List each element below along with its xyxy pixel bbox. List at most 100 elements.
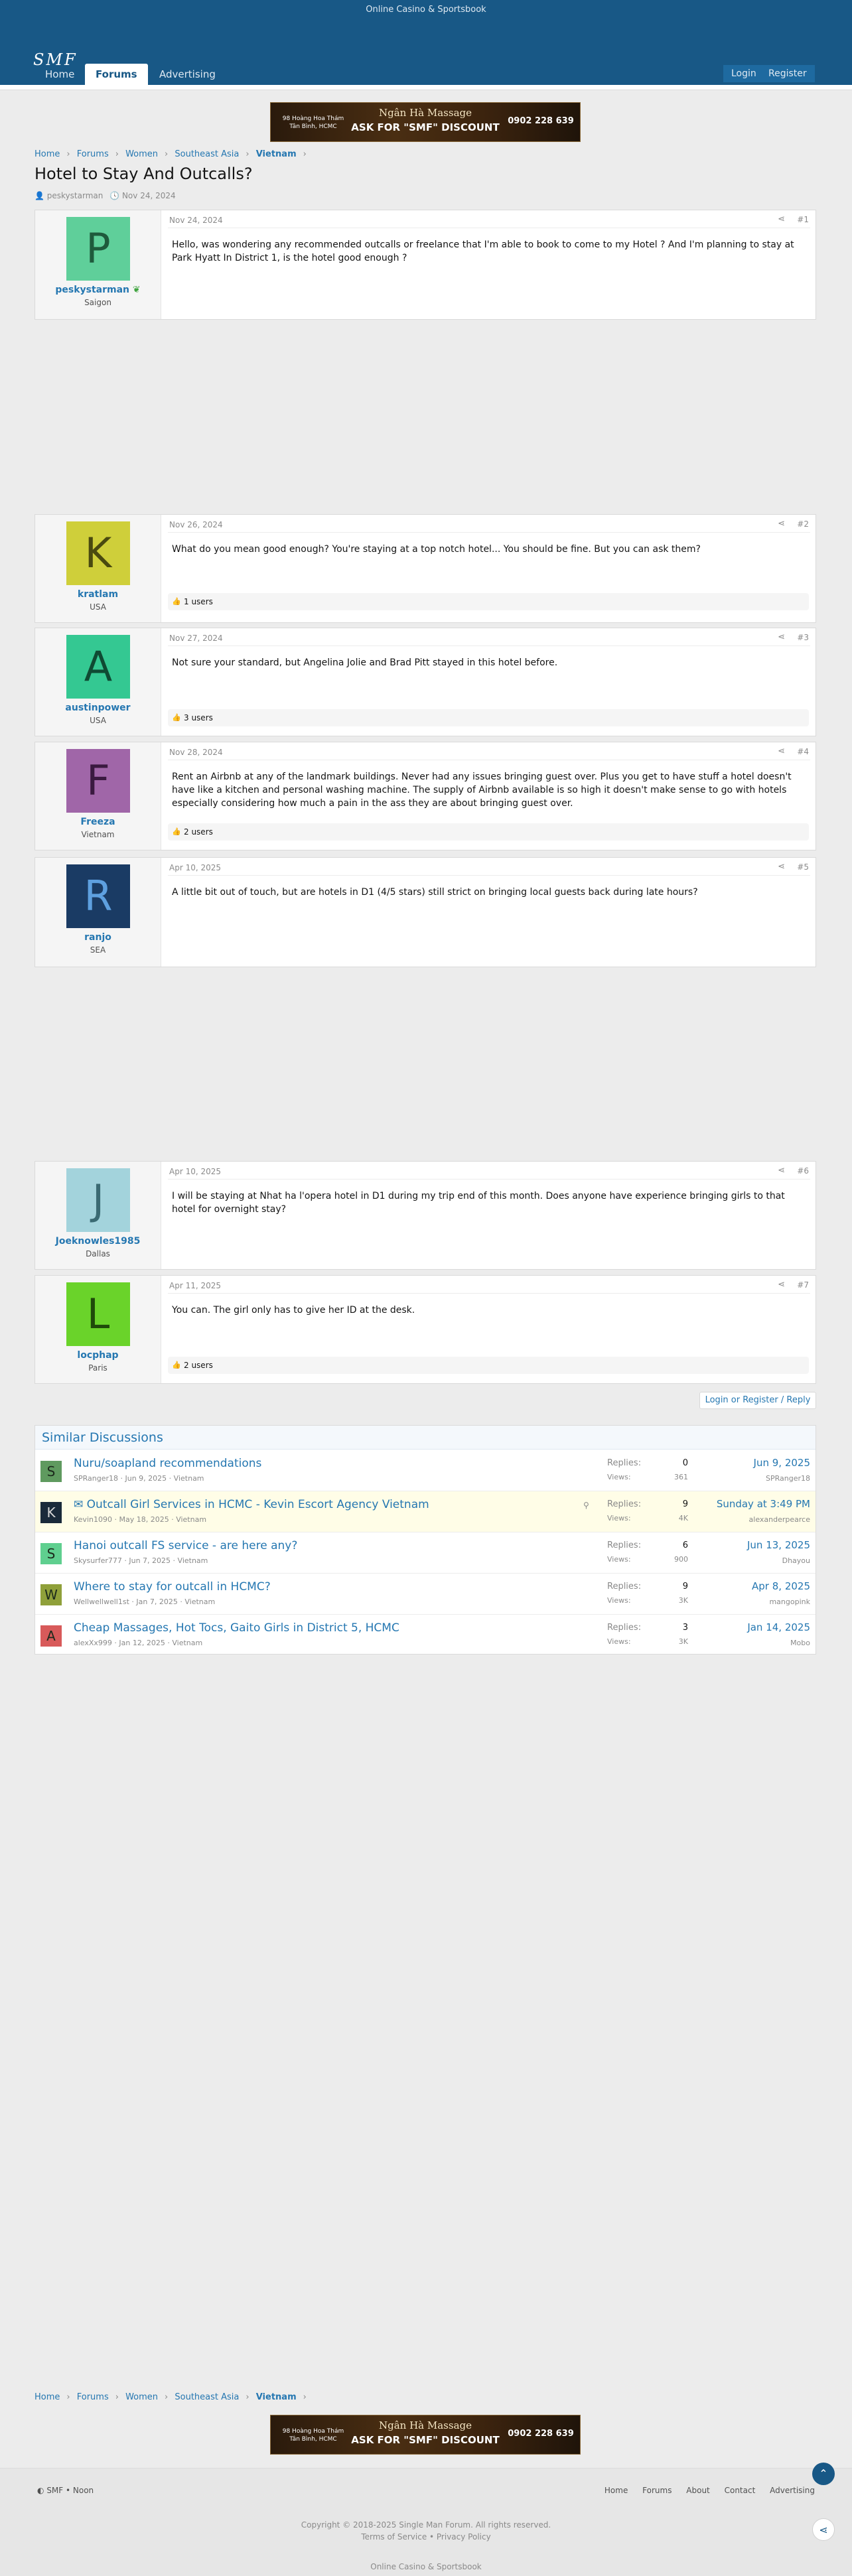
thread-date[interactable]: Jan 12, 2025 — [119, 1639, 165, 1647]
username[interactable]: locphap — [35, 1350, 161, 1361]
login-register-reply-button[interactable]: Login or Register / Reply — [699, 1392, 816, 1409]
last-post-user[interactable]: alexanderpearce — [749, 1515, 810, 1524]
avatar[interactable]: K — [66, 521, 130, 585]
last-post-date[interactable]: Jan 14, 2025 — [747, 1621, 810, 1633]
thread-date[interactable]: May 18, 2025 — [119, 1515, 169, 1524]
breadcrumb-forums[interactable]: Forums — [77, 2392, 109, 2402]
register-button[interactable]: Register — [760, 65, 815, 82]
username[interactable]: kratlam — [35, 589, 161, 600]
reactions-bar[interactable]: 1 users — [168, 593, 809, 610]
footer-link-forums[interactable]: Forums — [642, 2486, 672, 2495]
list-item[interactable]: K ✉ Outcall Girl Services in HCMC - Kevi… — [35, 1491, 816, 1532]
last-post-date[interactable]: Jun 13, 2025 — [747, 1539, 810, 1551]
footer-link-home[interactable]: Home — [604, 2486, 628, 2495]
footer-link-contact[interactable]: Contact — [725, 2486, 756, 2495]
share-icon[interactable]: ⋖ — [778, 746, 785, 756]
thread-author[interactable]: Wellwellwell1st — [74, 1597, 129, 1606]
post-number[interactable]: #6 — [797, 1166, 809, 1176]
thread-title[interactable]: Where to stay for outcall in HCMC? — [74, 1580, 271, 1593]
last-post-user[interactable]: mangopink — [769, 1597, 810, 1606]
share-icon[interactable]: ⋖ — [778, 214, 785, 224]
post-number[interactable]: #2 — [797, 519, 809, 529]
breadcrumb-home[interactable]: Home — [35, 2392, 60, 2402]
massage-banner-ad-bottom[interactable]: 98 Hoàng Hoa Thám Tân Bình, HCMC Ngân Hà… — [270, 2415, 581, 2455]
thread-author[interactable]: SPRanger18 — [74, 1474, 118, 1483]
thread-title[interactable]: Cheap Massages, Hot Tocs, Gaito Girls in… — [74, 1621, 399, 1635]
share-icon[interactable]: ⋖ — [778, 1166, 785, 1176]
avatar[interactable]: S — [40, 1543, 62, 1564]
username[interactable]: Freeza — [35, 817, 161, 827]
thread-title[interactable]: Nuru/soapland recommendations — [74, 1457, 261, 1470]
thread-title-text[interactable]: Outcall Girl Services in HCMC - Kevin Es… — [87, 1498, 429, 1511]
avatar[interactable]: L — [66, 1282, 130, 1346]
post-number[interactable]: #1 — [797, 215, 809, 224]
avatar[interactable]: R — [66, 864, 130, 928]
share-icon[interactable]: ⋖ — [778, 519, 785, 529]
footer-promo-link[interactable]: Online Casino & Sportsbook — [0, 2562, 852, 2571]
thread-forum[interactable]: Vietnam — [176, 1515, 206, 1524]
share-icon[interactable]: ⋖ — [778, 632, 785, 642]
top-promo-text[interactable]: Online Casino & Sportsbook — [366, 5, 486, 15]
breadcrumb-women[interactable]: Women — [125, 149, 158, 159]
breadcrumb-vietnam[interactable]: Vietnam — [256, 149, 297, 159]
post-date[interactable]: Apr 11, 2025 — [169, 1281, 221, 1290]
nav-tab-home[interactable]: Home — [35, 64, 85, 85]
reactions-bar[interactable]: 3 users — [168, 709, 809, 726]
list-item[interactable]: W Where to stay for outcall in HCMC? Wel… — [35, 1574, 816, 1615]
login-button[interactable]: Login — [723, 65, 764, 82]
post-date[interactable]: Nov 24, 2024 — [169, 216, 223, 225]
footer-terms[interactable]: Terms of Service • Privacy Policy — [0, 2532, 852, 2542]
list-item[interactable]: S Nuru/soapland recommendations SPRanger… — [35, 1450, 816, 1491]
post-date[interactable]: Apr 10, 2025 — [169, 863, 221, 872]
post-date[interactable]: Nov 26, 2024 — [169, 520, 223, 529]
nav-tab-advertising[interactable]: Advertising — [149, 64, 226, 85]
thread-date[interactable]: Nov 24, 2024 — [122, 191, 176, 200]
post-date[interactable]: Nov 28, 2024 — [169, 748, 223, 757]
breadcrumb-forums[interactable]: Forums — [77, 149, 109, 159]
username-text[interactable]: peskystarman — [55, 285, 129, 295]
post-number[interactable]: #3 — [797, 633, 809, 642]
reactions-bar[interactable]: 2 users — [168, 1357, 809, 1374]
post-date[interactable]: Nov 27, 2024 — [169, 634, 223, 643]
thread-forum[interactable]: Vietnam — [174, 1474, 204, 1483]
post-number[interactable]: #4 — [797, 747, 809, 756]
thread-author[interactable]: Kevin1090 — [74, 1515, 112, 1524]
post-date[interactable]: Apr 10, 2025 — [169, 1167, 221, 1176]
breadcrumb-vietnam[interactable]: Vietnam — [256, 2392, 297, 2402]
share-icon[interactable]: ⋖ — [778, 1280, 785, 1290]
username[interactable]: austinpower — [35, 703, 161, 713]
breadcrumb-home[interactable]: Home — [35, 149, 60, 159]
breadcrumb-southeast-asia[interactable]: Southeast Asia — [175, 149, 239, 159]
avatar[interactable]: S — [40, 1461, 62, 1482]
avatar[interactable]: J — [66, 1168, 130, 1232]
footer-brand[interactable]: ◐ SMF • Noon — [37, 2486, 94, 2495]
nav-tab-forums[interactable]: Forums — [85, 64, 148, 85]
last-post-user[interactable]: Dhayou — [782, 1556, 810, 1565]
top-promo-bar[interactable]: Online Casino & Sportsbook — [0, 0, 852, 20]
thread-forum[interactable]: Vietnam — [172, 1639, 202, 1647]
last-post-user[interactable]: Mobo — [790, 1639, 810, 1647]
thread-author[interactable]: Skysurfer777 — [74, 1556, 122, 1565]
username[interactable]: Joeknowles1985 — [35, 1236, 161, 1247]
massage-banner-ad[interactable]: 98 Hoàng Hoa Thám Tân Bình, HCMC Ngân Hà… — [270, 102, 581, 142]
avatar[interactable]: F — [66, 749, 130, 813]
avatar[interactable]: A — [66, 635, 130, 699]
thread-date[interactable]: Jan 7, 2025 — [136, 1597, 177, 1606]
thread-title[interactable]: Hanoi outcall FS service - are here any? — [74, 1539, 297, 1552]
post-number[interactable]: #7 — [797, 1280, 809, 1290]
avatar[interactable]: A — [40, 1625, 62, 1647]
thread-date[interactable]: Jun 9, 2025 — [125, 1474, 167, 1483]
footer-link-about[interactable]: About — [686, 2486, 709, 2495]
thread-author[interactable]: peskystarman — [47, 191, 104, 200]
last-post-date[interactable]: Apr 8, 2025 — [752, 1580, 810, 1592]
footer-link-advertising[interactable]: Advertising — [770, 2486, 815, 2495]
last-post-date[interactable]: Sunday at 3:49 PM — [717, 1498, 810, 1510]
thread-title[interactable]: ✉ Outcall Girl Services in HCMC - Kevin … — [74, 1498, 429, 1511]
list-item[interactable]: A Cheap Massages, Hot Tocs, Gaito Girls … — [35, 1615, 816, 1656]
breadcrumb-southeast-asia[interactable]: Southeast Asia — [175, 2392, 239, 2402]
share-icon[interactable]: ⋖ — [812, 2518, 835, 2541]
username[interactable]: peskystarman ❦ — [35, 285, 161, 295]
thread-forum[interactable]: Vietnam — [184, 1597, 215, 1606]
username[interactable]: ranjo — [35, 932, 161, 943]
last-post-date[interactable]: Jun 9, 2025 — [754, 1457, 810, 1469]
